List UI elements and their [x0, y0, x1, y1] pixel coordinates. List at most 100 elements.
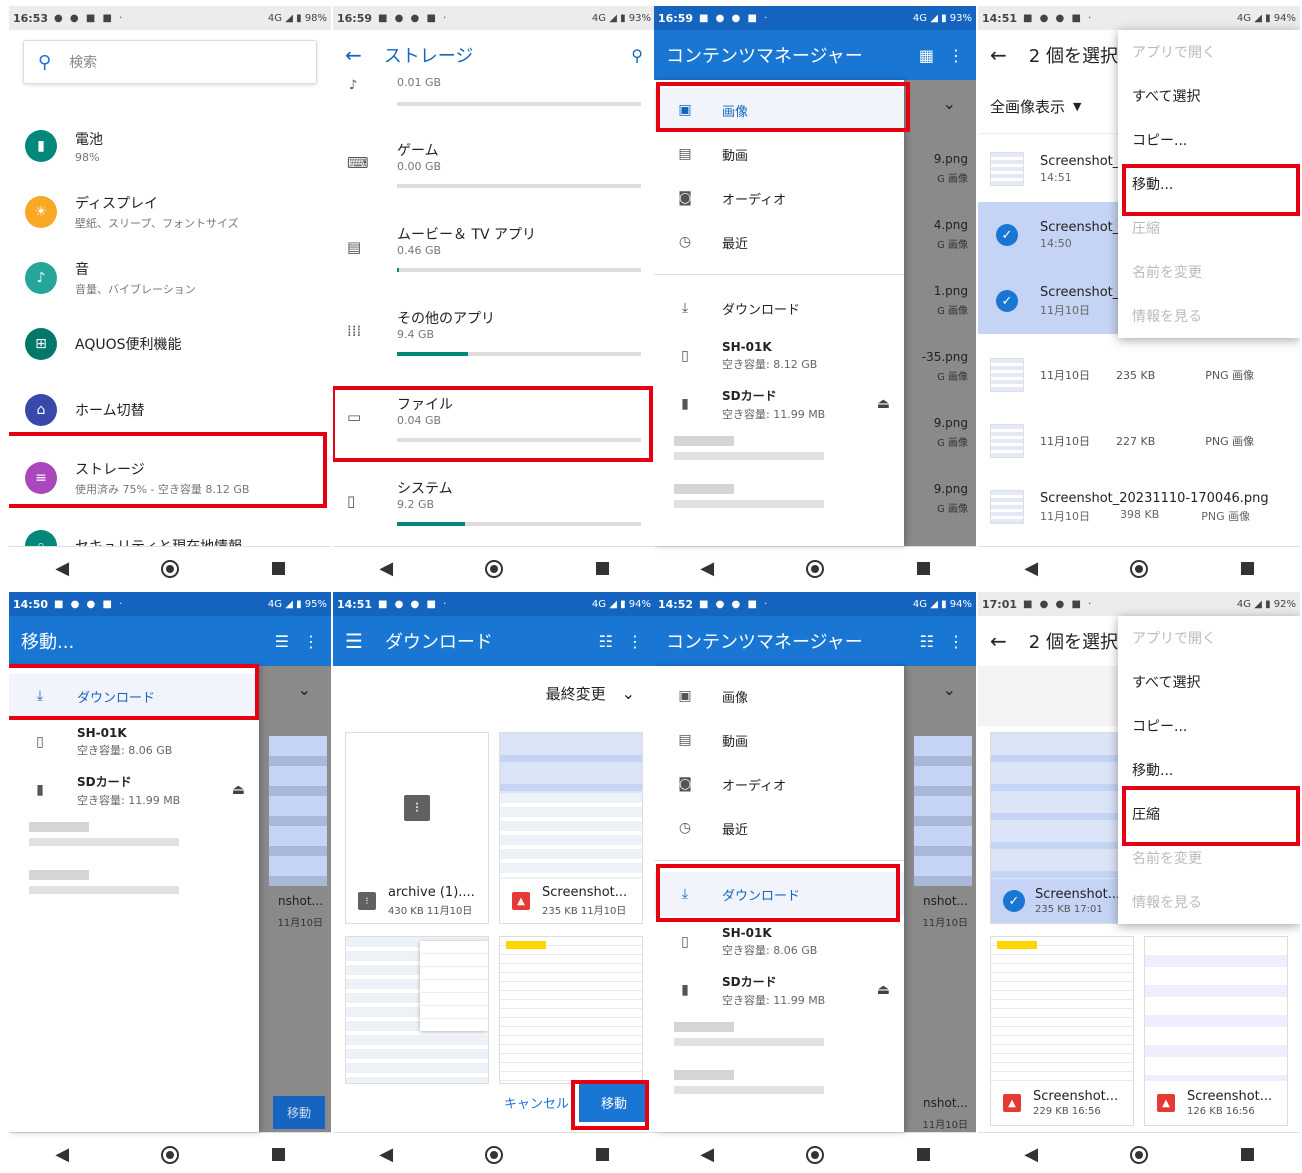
drawer-item-download[interactable]: ⤓ ダウンロード — [9, 674, 259, 718]
back-nav-icon[interactable]: ◀ — [55, 1144, 69, 1165]
recents-nav-icon[interactable] — [1240, 562, 1254, 575]
recents-nav-icon[interactable] — [271, 562, 285, 575]
more-icon[interactable]: ⋮ — [303, 632, 319, 651]
settings-item-display[interactable]: ☀ ディスプレイ 壁紙、スリープ、フォントサイズ — [9, 182, 331, 242]
divider — [654, 860, 904, 861]
home-nav-icon[interactable] — [161, 559, 180, 578]
file-card-selected[interactable]: ✓ Screenshot... 235 KB 17:01 — [990, 732, 1134, 924]
eject-icon[interactable]: ⏏ — [232, 782, 245, 798]
grid-view-icon[interactable]: ▦ — [919, 46, 934, 65]
blurred-item — [29, 870, 229, 906]
status-indicators: 4G ◢ ▮ 93% — [912, 12, 972, 24]
settings-item-sound[interactable]: ♪ 音音量、バイブレーション — [9, 248, 331, 308]
home-nav-icon[interactable] — [485, 1145, 504, 1164]
more-icon[interactable]: ⋮ — [948, 632, 964, 651]
blurred-item — [674, 436, 874, 472]
list-view-icon[interactable]: ☰ — [275, 632, 289, 651]
drawer-item-download[interactable]: ⤓ ダウンロード — [654, 872, 904, 916]
recents-nav-icon[interactable] — [916, 562, 930, 575]
drawer-item-audio[interactable]: ◙ オーディオ — [654, 176, 904, 220]
sort-dropdown[interactable]: 最終変更 ⌄ — [333, 666, 655, 720]
home-nav-icon[interactable] — [1130, 559, 1149, 578]
back-arrow-icon[interactable]: ← — [990, 629, 1007, 653]
drawer-item-images[interactable]: ▣ 画像 — [654, 674, 904, 718]
menu-compress[interactable]: 圧縮 — [1118, 792, 1300, 836]
back-nav-icon[interactable]: ◀ — [379, 1144, 393, 1165]
menu-copy[interactable]: コピー... — [1118, 704, 1300, 748]
settings-item-storage[interactable]: ≡ ストレージ 使用済み 75% - 空き容量 8.12 GB — [9, 448, 331, 508]
status-indicators: 4G ◢ ▮ 92% — [1236, 598, 1296, 610]
storage-item-files[interactable]: ▭ ファイル 0.04 GB — [333, 384, 655, 468]
storage-item-games[interactable]: ⌨ ゲーム 0.00 GB — [333, 130, 655, 214]
menu-select-all[interactable]: すべて選択 — [1118, 74, 1300, 118]
drawer-item-device[interactable]: ▯ SH-01K 空き容量: 8.12 GB — [654, 332, 904, 380]
file-row[interactable]: Screenshot_20231110-170046.png 11月10日 398 … — [978, 474, 1300, 540]
menu-icon[interactable]: ☰ — [345, 629, 363, 653]
file-card-document[interactable] — [499, 936, 643, 1084]
eject-icon[interactable]: ⏏ — [877, 396, 890, 412]
settings-item-battery[interactable]: ▮ 電池 98% — [9, 116, 331, 176]
drawer-item-sdcard[interactable]: ▮ SDカード 空き容量: 11.99 MB ⏏ — [654, 380, 904, 428]
back-nav-icon[interactable]: ◀ — [55, 558, 69, 579]
drawer-item-videos[interactable]: ▤ 動画 — [654, 718, 904, 762]
back-arrow-icon[interactable]: ← — [990, 43, 1007, 67]
back-nav-icon[interactable]: ◀ — [700, 558, 714, 579]
settings-item-home[interactable]: ⌂ ホーム切替 — [9, 380, 331, 440]
move-button[interactable]: 移動 — [578, 1083, 649, 1122]
back-arrow-icon[interactable]: ← — [345, 43, 362, 67]
home-nav-icon[interactable] — [1130, 1145, 1149, 1164]
recents-nav-icon[interactable] — [1240, 1148, 1254, 1161]
more-icon[interactable]: ⋮ — [627, 632, 643, 651]
cancel-button[interactable]: キャンセル — [504, 1093, 569, 1112]
file-card-preview[interactable] — [345, 936, 489, 1084]
drawer-item-videos[interactable]: ▤ 動画 — [654, 132, 904, 176]
menu-select-all[interactable]: すべて選択 — [1118, 660, 1300, 704]
home-nav-icon[interactable] — [806, 559, 825, 578]
menu-move[interactable]: 移動... — [1118, 748, 1300, 792]
drawer-item-images[interactable]: ▣ 画像 — [654, 88, 904, 132]
file-card-archive[interactable]: ⁝ ⁝ archive (1).... 430 KB 11月10日 — [345, 732, 489, 924]
chevron-down-icon: ⌄ — [942, 680, 956, 699]
file-card[interactable]: ▲ Screenshot... 126 KB 16:56 — [1144, 936, 1288, 1126]
home-nav-icon[interactable] — [806, 1145, 825, 1164]
settings-search[interactable]: ⚲ 検索 — [23, 40, 317, 84]
file-row[interactable]: 11月10日 227 KB PNG 画像 — [978, 408, 1300, 474]
back-nav-icon[interactable]: ◀ — [1024, 558, 1038, 579]
list-view-icon[interactable]: ☷ — [920, 632, 934, 651]
content-manager-screen: 16:59 ■ ● ● ■ · 4G ◢ ▮ 93% コンテンツマネージャー ▦… — [654, 6, 976, 590]
drawer-item-sdcard[interactable]: ▮ SDカード 空き容量: 11.99 MB ⏏ — [9, 766, 259, 814]
recents-nav-icon[interactable] — [271, 1148, 285, 1161]
list-view-icon[interactable]: ☷ — [599, 632, 613, 651]
storage-item-other-apps[interactable]: ⁞⁞⁞ その他のアプリ 9.4 GB — [333, 298, 655, 382]
menu-copy[interactable]: コピー... — [1118, 118, 1300, 162]
menu-move[interactable]: 移動... — [1118, 162, 1300, 206]
status-indicators: 4G ◢ ▮ 94% — [591, 598, 651, 610]
drawer-item-device[interactable]: ▯ SH-01K 空き容量: 8.06 GB — [654, 918, 904, 966]
file-row[interactable]: 11月10日 235 KB PNG 画像 — [978, 342, 1300, 408]
back-nav-icon[interactable]: ◀ — [700, 1144, 714, 1165]
drawer-item-sdcard[interactable]: ▮ SDカード 空き容量: 11.99 MB ⏏ — [654, 966, 904, 1014]
file-card-screenshot[interactable]: ▲ Screenshot... 235 KB 11月10日 — [499, 732, 643, 924]
home-nav-icon[interactable] — [485, 559, 504, 578]
storage-item-system[interactable]: ▯ システム 9.2 GB — [333, 468, 655, 552]
recents-nav-icon[interactable] — [916, 1148, 930, 1161]
drawer-item-download[interactable]: ⤓ ダウンロード — [654, 286, 904, 330]
more-icon[interactable]: ⋮ — [948, 46, 964, 65]
drawer-item-recent[interactable]: ◷ 最近 — [654, 220, 904, 264]
back-nav-icon[interactable]: ◀ — [1024, 1144, 1038, 1165]
recents-nav-icon[interactable] — [595, 562, 609, 575]
drawer-item-audio[interactable]: ◙ オーディオ — [654, 762, 904, 806]
search-icon: ⚲ — [38, 51, 52, 73]
settings-item-aquos[interactable]: ⊞ AQUOS便利機能 — [9, 314, 331, 374]
back-nav-icon[interactable]: ◀ — [379, 558, 393, 579]
drawer-item-recent[interactable]: ◷ 最近 — [654, 806, 904, 850]
notification-icons: ■ ● ● ■ · — [378, 12, 449, 24]
file-card[interactable]: ▲ Screenshot... 229 KB 16:56 — [990, 936, 1134, 1126]
drawer-item-device[interactable]: ▯ SH-01K 空き容量: 8.06 GB — [9, 718, 259, 766]
image-icon: ▣ — [678, 688, 692, 704]
search-icon[interactable]: ⚲ — [631, 46, 643, 65]
home-nav-icon[interactable] — [161, 1145, 180, 1164]
eject-icon[interactable]: ⏏ — [877, 982, 890, 998]
recents-nav-icon[interactable] — [595, 1148, 609, 1161]
storage-item-movies[interactable]: ▤ ムービー＆ TV アプリ 0.46 GB — [333, 214, 655, 298]
